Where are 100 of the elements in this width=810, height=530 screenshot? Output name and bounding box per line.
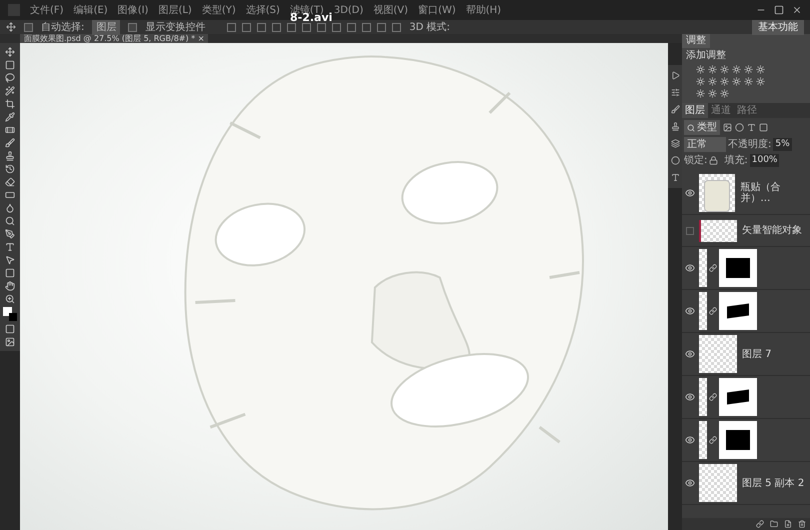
mask-thumbnail xyxy=(719,421,757,459)
eye-icon[interactable] xyxy=(684,349,696,359)
wand-tool-icon[interactable] xyxy=(5,86,15,96)
layers-icon[interactable] xyxy=(670,139,680,148)
pen-tool-icon[interactable] xyxy=(5,229,15,239)
auto-select-label: 自动选择: xyxy=(41,20,84,34)
eyedropper-tool-icon[interactable] xyxy=(5,112,15,122)
layer-thumbnail xyxy=(698,174,736,212)
panel-tab[interactable]: 图层 xyxy=(682,103,708,118)
document-tab[interactable]: 面膜效果图.psd @ 27.5% (图层 5, RGB/8#) * × xyxy=(20,34,208,43)
maximize-icon[interactable] xyxy=(774,5,784,15)
layer-row[interactable]: 瓶贴（合并）… xyxy=(682,172,810,215)
history-brush-icon[interactable] xyxy=(5,164,15,174)
menu-item[interactable]: 文件(F) xyxy=(30,2,64,18)
play-icon[interactable] xyxy=(670,71,680,80)
marquee-tool-icon[interactable] xyxy=(5,60,15,70)
trash-icon[interactable] xyxy=(798,520,806,528)
type-tool-icon[interactable] xyxy=(5,242,15,252)
layer-thumbnail xyxy=(699,421,707,459)
show-transform-label: 显示变换控件 xyxy=(145,20,206,34)
layer-name: 图层 5 副本 2 xyxy=(742,478,804,488)
search-icon xyxy=(687,124,695,132)
mode-3d-label: 3D 模式: xyxy=(409,20,450,34)
checkbox[interactable] xyxy=(24,22,33,32)
lock-label: 锁定: xyxy=(684,154,708,168)
path-select-icon[interactable] xyxy=(5,255,15,265)
layer-thumbnail xyxy=(699,249,707,287)
layer-row[interactable] xyxy=(682,290,810,333)
opacity-field[interactable]: 5% xyxy=(773,138,792,152)
move-tool-icon[interactable] xyxy=(5,47,15,57)
eye-icon[interactable] xyxy=(684,188,696,198)
link-icon xyxy=(709,393,717,401)
layer-row[interactable] xyxy=(682,247,810,290)
auto-select-dropdown[interactable]: 图层 xyxy=(92,20,120,34)
folder-icon[interactable] xyxy=(770,520,778,528)
type-icon[interactable] xyxy=(670,173,680,182)
new-layer-icon[interactable] xyxy=(784,520,792,528)
menu-item[interactable]: 3D(D) xyxy=(334,2,364,18)
eraser-tool-icon[interactable] xyxy=(5,177,15,187)
layer-row[interactable]: 图层 5 副本 2 xyxy=(682,462,810,505)
eye-icon[interactable] xyxy=(684,306,696,316)
eye-icon[interactable] xyxy=(684,435,696,445)
lasso-tool-icon[interactable] xyxy=(5,73,15,83)
panel-tab[interactable]: 路径 xyxy=(734,103,760,118)
workspace-dropdown[interactable]: 基本功能 xyxy=(752,20,804,34)
mask-thumbnail xyxy=(719,378,757,416)
brush-icon[interactable] xyxy=(670,105,680,114)
layer-thumbnail xyxy=(699,464,737,502)
eye-icon[interactable] xyxy=(684,478,696,488)
sliders-icon[interactable] xyxy=(670,88,680,97)
fill-field[interactable]: 100% xyxy=(750,154,780,168)
menu-item[interactable]: 视图(V) xyxy=(373,2,408,18)
menu-item[interactable]: 帮助(H) xyxy=(466,2,502,18)
bandage-tool-icon[interactable] xyxy=(5,125,15,135)
brush-tool-icon[interactable] xyxy=(5,138,15,148)
menu-item[interactable]: 窗口(W) xyxy=(418,2,456,18)
crop-tool-icon[interactable] xyxy=(5,99,15,109)
panel-heading: 添加调整 xyxy=(685,48,727,63)
layer-name: 矢量智能对象 xyxy=(742,225,802,236)
layer-thumbnail xyxy=(699,292,707,330)
checkbox[interactable] xyxy=(128,22,138,32)
menu-item[interactable]: 图层(L) xyxy=(158,2,192,18)
layer-name: 瓶贴（合并）… xyxy=(740,182,782,204)
eye-icon[interactable] xyxy=(684,392,696,402)
type-filter-icon[interactable] xyxy=(747,123,756,132)
menu-item[interactable]: 编辑(E) xyxy=(74,2,108,18)
shape-filter-icon[interactable] xyxy=(759,123,768,132)
blend-mode-dropdown[interactable]: 正常 xyxy=(684,137,726,152)
panel-tab[interactable]: 调整 xyxy=(682,33,710,48)
menu-item[interactable]: 选择(S) xyxy=(246,2,280,18)
layer-row[interactable]: 矢量智能对象 xyxy=(682,215,810,247)
layer-row[interactable] xyxy=(682,376,810,419)
layer-name: 图层 7 xyxy=(742,348,772,360)
opacity-label: 不透明度: xyxy=(728,138,772,152)
color-swatches-icon[interactable] xyxy=(3,307,17,321)
video-title: 8-2.avi xyxy=(290,11,332,26)
menu-item[interactable]: 图像(I) xyxy=(118,2,148,18)
layer-row[interactable]: 图层 7 xyxy=(682,333,810,376)
eye-icon[interactable] xyxy=(684,263,696,273)
dodge-tool-icon[interactable] xyxy=(5,216,15,226)
lock-icon[interactable] xyxy=(709,156,718,165)
adjust-filter-icon[interactable] xyxy=(735,123,744,132)
layer-row[interactable] xyxy=(682,419,810,462)
move-tool-icon[interactable] xyxy=(6,22,16,32)
menu-item[interactable]: 类型(Y) xyxy=(202,2,236,18)
zoom-tool-icon[interactable] xyxy=(5,294,15,304)
layer-thumbnail xyxy=(699,335,737,373)
shape-tool-icon[interactable] xyxy=(5,268,15,278)
stamp-icon[interactable] xyxy=(670,122,680,131)
circle-icon[interactable] xyxy=(670,156,680,165)
image-filter-icon[interactable] xyxy=(723,123,732,132)
close-icon[interactable] xyxy=(792,5,802,15)
mask-thumbnail xyxy=(719,249,757,287)
stamp-tool-icon[interactable] xyxy=(5,151,15,161)
panel-tab[interactable]: 通道 xyxy=(708,103,734,118)
layer-thumbnail xyxy=(699,220,737,242)
hand-tool-icon[interactable] xyxy=(5,281,15,291)
link-icon[interactable] xyxy=(756,520,764,528)
blur-tool-icon[interactable] xyxy=(5,203,15,213)
filter-dropdown[interactable]: 类型 xyxy=(684,120,720,135)
